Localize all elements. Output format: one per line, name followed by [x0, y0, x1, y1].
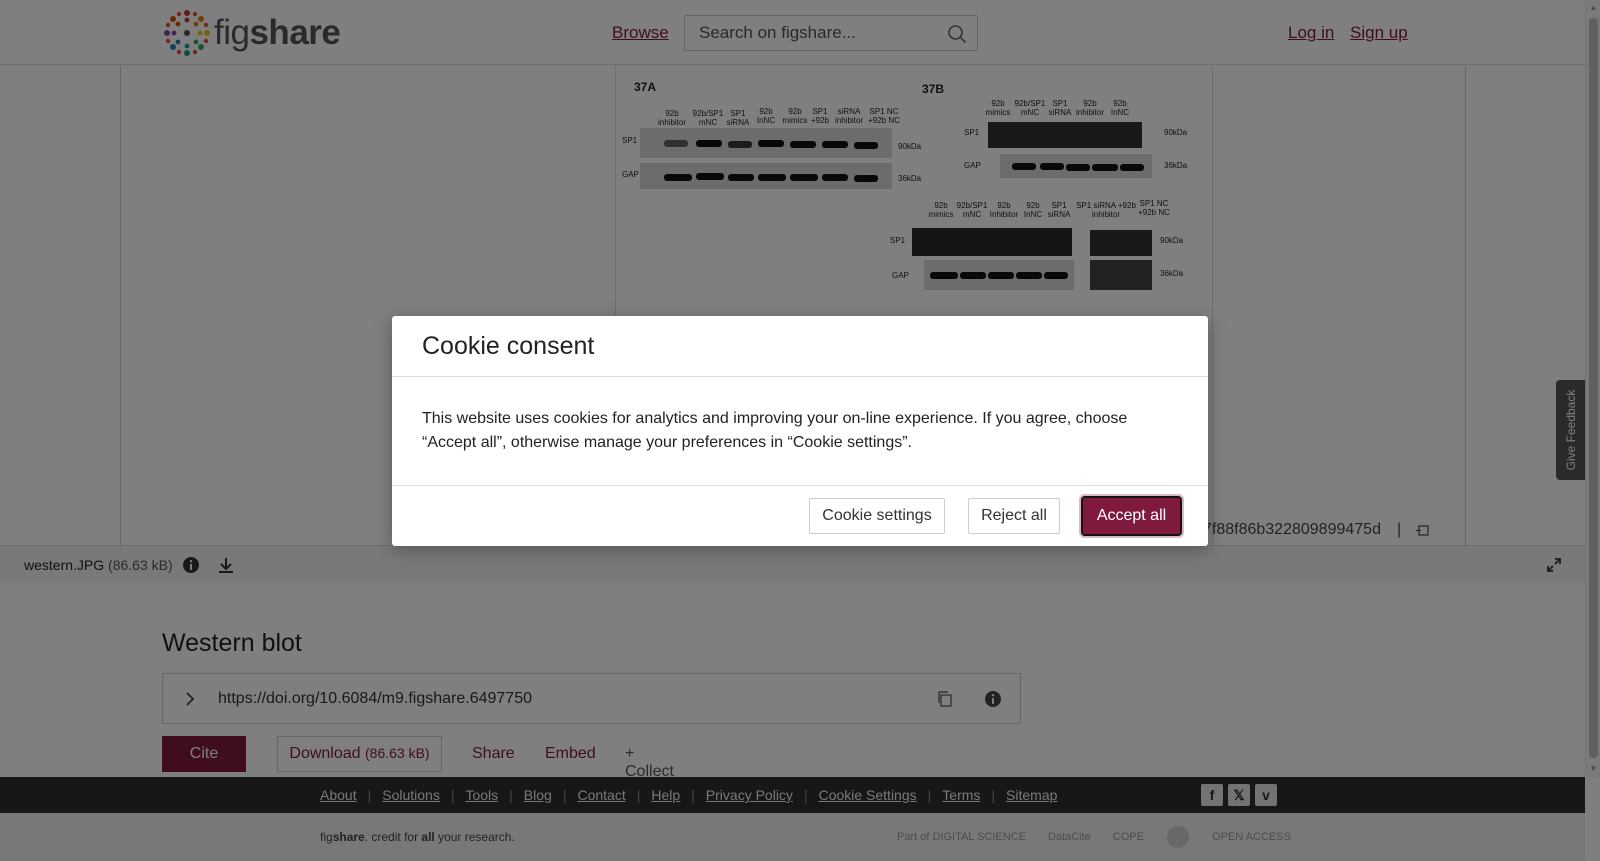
reject-all-button[interactable]: Reject all: [968, 498, 1060, 534]
modal-header: Cookie consent: [392, 316, 1208, 377]
cookie-settings-button[interactable]: Cookie settings: [809, 498, 945, 534]
modal-body: This website uses cookies for analytics …: [392, 377, 1208, 486]
modal-overlay: Cookie consent This website uses cookies…: [0, 0, 1600, 861]
cookie-consent-dialog: Cookie consent This website uses cookies…: [392, 316, 1208, 546]
modal-title: Cookie consent: [422, 332, 595, 360]
modal-message: This website uses cookies for analytics …: [422, 410, 1128, 451]
modal-footer: Cookie settings Reject all Accept all: [392, 486, 1208, 546]
accept-all-button[interactable]: Accept all: [1081, 496, 1182, 536]
